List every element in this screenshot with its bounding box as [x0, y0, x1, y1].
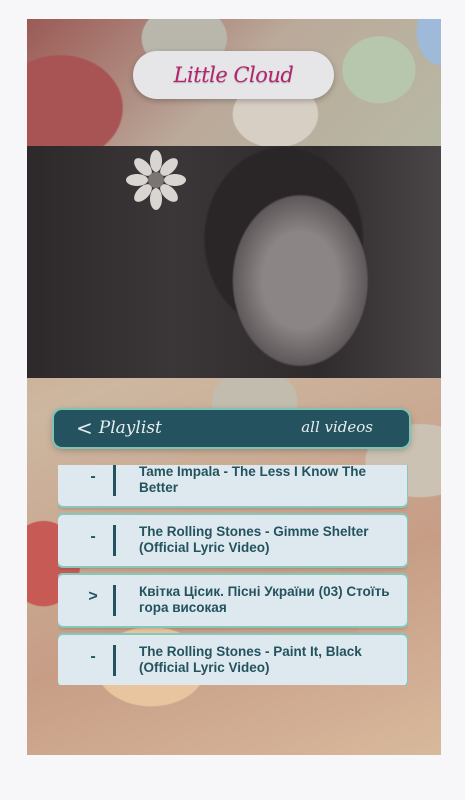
playlist-title: Playlist [98, 418, 162, 438]
playlist-item-playing[interactable]: > Квітка Цісик. Пісні України (03) Стоїт… [58, 575, 407, 626]
item-divider [113, 465, 116, 496]
playlist-item[interactable]: - Tame Impala - The Less I Know The Bett… [58, 465, 407, 506]
item-divider [113, 525, 116, 556]
playlist-item[interactable]: - The Rolling Stones - Gimme Shelter (Of… [58, 515, 407, 566]
app-container: Little Cloud < Playlist all videos - Tam… [27, 19, 441, 755]
item-title: Tame Impala - The Less I Know The Better [139, 465, 367, 495]
video-player[interactable] [27, 146, 441, 378]
item-status-marker: - [90, 468, 96, 485]
playlist-header: < Playlist all videos [54, 410, 409, 447]
header-banner: Little Cloud [27, 19, 441, 146]
playlist-back-button[interactable]: < Playlist [76, 414, 162, 442]
item-divider [113, 585, 116, 616]
flower-icon [126, 150, 186, 210]
chevron-left-icon: < [76, 416, 93, 440]
playlist-list[interactable]: - Tame Impala - The Less I Know The Bett… [58, 465, 408, 685]
play-indicator-icon: > [88, 588, 98, 605]
item-status-marker: - [90, 528, 96, 545]
item-title: The Rolling Stones - Gimme Shelter (Offi… [139, 524, 369, 555]
all-videos-link[interactable]: all videos [301, 418, 373, 436]
item-title: The Rolling Stones - Paint It, Black (Of… [139, 644, 362, 675]
item-divider [113, 645, 116, 676]
app-logo: Little Cloud [173, 63, 294, 87]
item-status-marker: - [90, 648, 96, 665]
item-title: Квітка Цісик. Пісні України (03) Стоїть … [139, 584, 390, 615]
playlist-item[interactable]: - The Rolling Stones - Paint It, Black (… [58, 635, 407, 685]
logo-pill[interactable]: Little Cloud [133, 51, 334, 99]
